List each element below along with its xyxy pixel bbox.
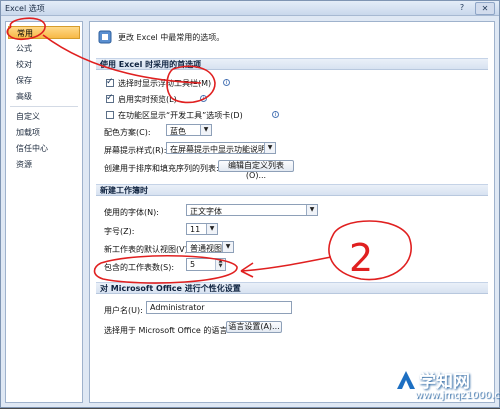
screentip-style-label: 屏幕提示样式(R):: [104, 146, 167, 155]
username-value: Administrator: [150, 303, 205, 312]
language-settings-button[interactable]: 语言设置(A)...: [226, 321, 282, 333]
font-size-label: 字号(Z):: [104, 227, 135, 236]
info-icon: i: [200, 95, 207, 102]
mini-toolbar-label: 选择时显示浮动工具栏(M): [118, 79, 212, 88]
sidebar-divider: [10, 106, 78, 107]
sheet-count-value: 5: [190, 260, 196, 269]
options-sidebar: 常用 公式 校对 保存 高级 自定义 加载项 信任中心 资源: [5, 21, 83, 403]
developer-tab-checkbox[interactable]: [106, 111, 114, 119]
custom-lists-label: 创建用于排序和填充序列的列表:: [104, 164, 219, 173]
sidebar-item-advanced[interactable]: 高级: [8, 90, 80, 103]
sheet-count-stepper[interactable]: 5 ▲ ▼: [186, 258, 226, 271]
developer-tab-label: 在功能区显示“开发工具”选项卡(D): [118, 111, 243, 120]
default-view-select[interactable]: 普通视图 ▼: [186, 241, 234, 253]
screentip-style-select[interactable]: 在屏幕提示中显示功能说明 ▼: [166, 142, 276, 154]
spin-buttons[interactable]: ▲ ▼: [215, 259, 225, 270]
info-icon: i: [223, 79, 230, 86]
chevron-down-icon: ▼: [222, 242, 233, 252]
excel-options-window: Excel 选项 ? ✕ 常用 公式 校对 保存 高级 自定义 加载项 信任中心…: [0, 0, 500, 408]
sidebar-item-formulas[interactable]: 公式: [8, 42, 80, 55]
font-label: 使用的字体(N):: [104, 208, 159, 217]
sidebar-item-save[interactable]: 保存: [8, 74, 80, 87]
chevron-down-icon: ▼: [206, 224, 217, 234]
font-size-value: 11: [190, 225, 201, 234]
chevron-down-icon: ▼: [200, 125, 211, 135]
username-field[interactable]: Administrator: [146, 301, 292, 314]
options-content: 更改 Excel 中最常用的选项。 使用 Excel 时采用的首选项 选择时显示…: [89, 21, 495, 403]
edit-custom-lists-button[interactable]: 编辑自定义列表(O)...: [218, 160, 294, 180]
watermark-url: www.jmqz1000.com: [415, 390, 500, 401]
window-title: Excel 选项: [5, 4, 45, 13]
watermark-title: 学知网: [419, 372, 470, 392]
watermark: 学知网 www.jmqz1000.com: [395, 367, 500, 405]
color-scheme-value: 蓝色: [170, 127, 186, 136]
live-preview-label: 启用实时预览(L): [118, 95, 177, 104]
help-button[interactable]: ?: [453, 2, 471, 13]
font-value: 正文字体: [190, 207, 222, 216]
font-size-select[interactable]: 11 ▼: [186, 223, 218, 235]
color-scheme-label: 配色方案(C):: [104, 128, 151, 137]
info-icon: i: [272, 111, 279, 118]
chevron-down-icon: ▼: [264, 143, 275, 153]
screentip-style-value: 在屏幕提示中显示功能说明: [170, 145, 266, 154]
default-view-label: 新工作表的默认视图(V):: [104, 245, 191, 254]
section-new-workbook: 新建工作簿时: [96, 184, 488, 196]
font-select[interactable]: 正文字体 ▼: [186, 204, 318, 216]
username-label: 用户名(U):: [104, 306, 143, 315]
watermark-logo-icon: [397, 371, 415, 389]
sidebar-item-add-ins[interactable]: 加载项: [8, 126, 80, 139]
sidebar-item-customize[interactable]: 自定义: [8, 110, 80, 123]
section-personalize: 对 Microsoft Office 进行个性化设置: [96, 282, 488, 294]
page-header: 更改 Excel 中最常用的选项。: [118, 33, 225, 42]
chevron-down-icon: ▼: [306, 205, 317, 215]
sidebar-item-resources[interactable]: 资源: [8, 158, 80, 171]
mini-toolbar-checkbox[interactable]: [106, 77, 114, 87]
sidebar-item-trust-center[interactable]: 信任中心: [8, 142, 80, 155]
sidebar-item-proofing[interactable]: 校对: [8, 58, 80, 71]
language-label: 选择用于 Microsoft Office 的语言:: [104, 326, 231, 335]
section-top-options: 使用 Excel 时采用的首选项: [96, 58, 488, 70]
sidebar-item-popular[interactable]: 常用: [8, 26, 80, 39]
title-bar: Excel 选项 ? ✕: [1, 1, 499, 16]
color-scheme-select[interactable]: 蓝色 ▼: [166, 124, 212, 136]
options-gear-icon: [98, 30, 112, 44]
close-button[interactable]: ✕: [475, 2, 495, 15]
sheet-count-label: 包含的工作表数(S):: [104, 263, 175, 272]
live-preview-checkbox[interactable]: [106, 93, 114, 103]
default-view-value: 普通视图: [190, 244, 222, 253]
